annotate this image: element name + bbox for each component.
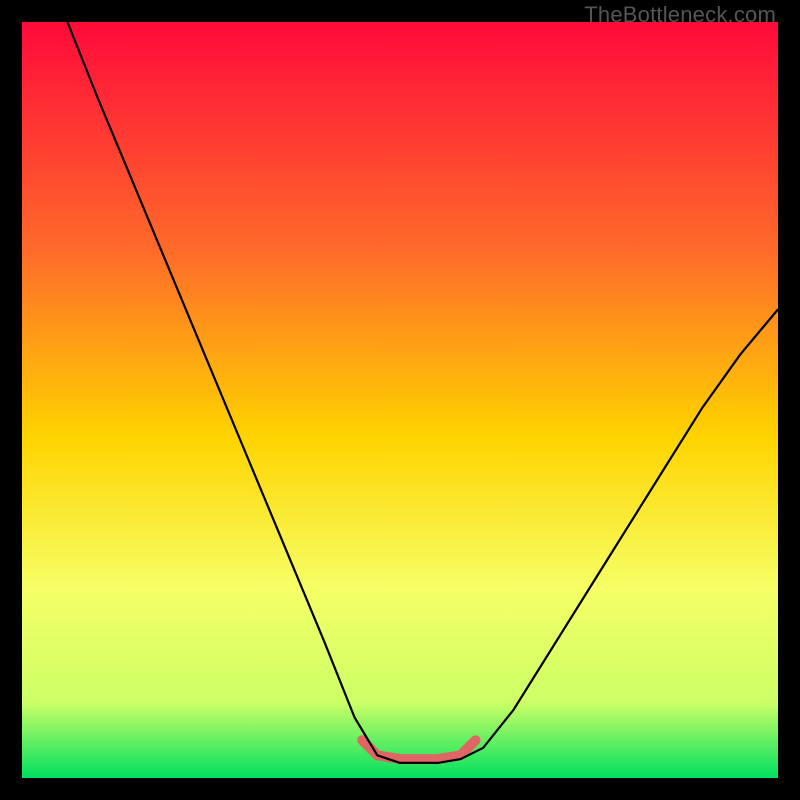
chart-frame: TheBottleneck.com [0, 0, 800, 800]
curve-layer [22, 22, 778, 778]
plot-area [22, 22, 778, 778]
bottleneck-curve [67, 22, 778, 763]
